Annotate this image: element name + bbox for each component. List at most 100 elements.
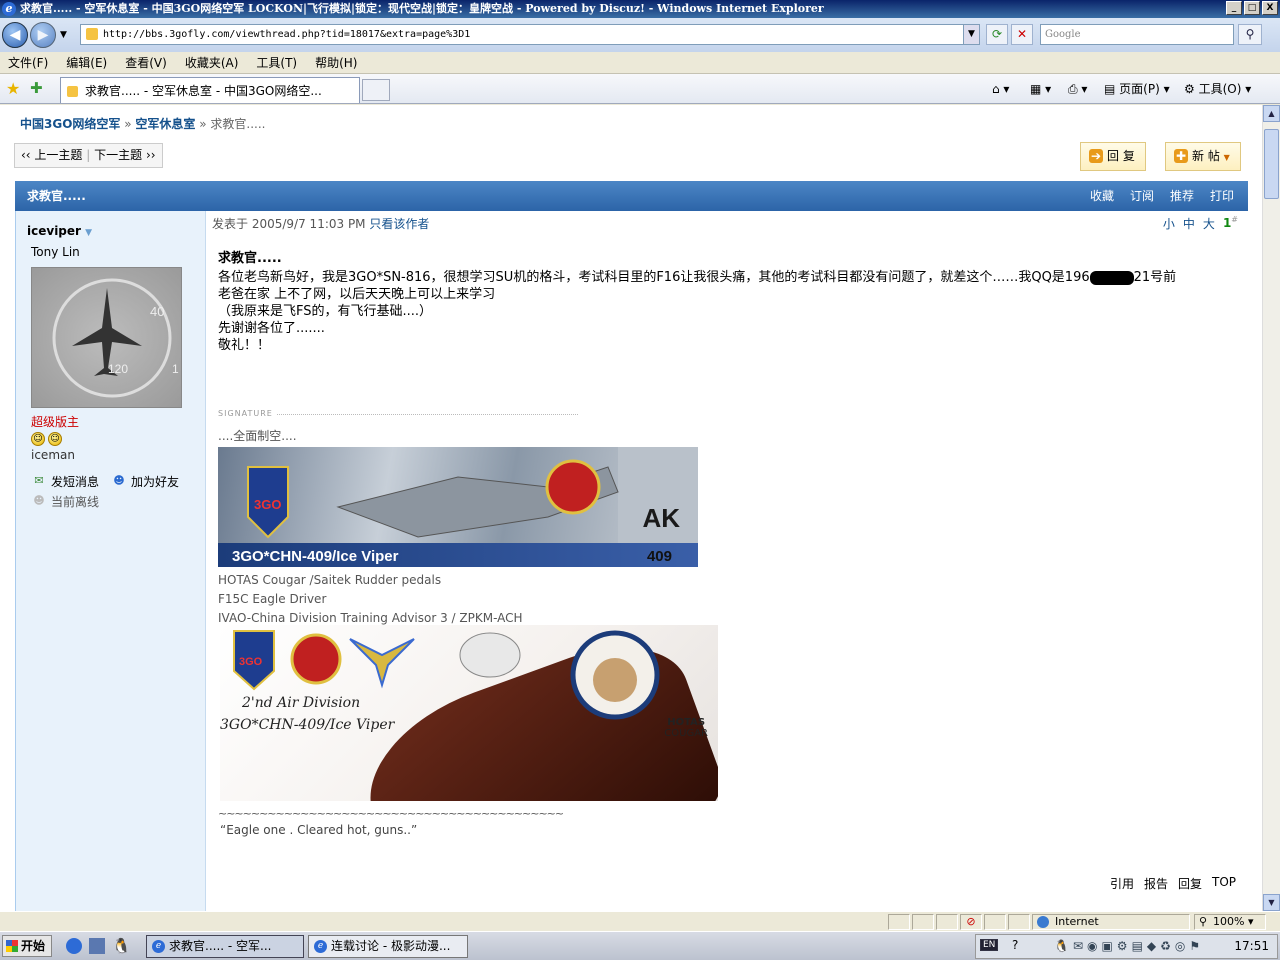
menu-view[interactable]: 查看(V)	[125, 54, 167, 71]
next-thread-link[interactable]: 下一主题	[94, 148, 142, 162]
minimize-button[interactable]: _	[1226, 1, 1242, 15]
desktop-quicklaunch-icon[interactable]	[89, 938, 105, 954]
page-content: 中国3GO网络空军 » 空军休息室 » 求教官..... ‹‹ 上一主题 | 下…	[0, 105, 1262, 911]
add-friend-link[interactable]: 加为好友	[131, 473, 179, 490]
font-small-link[interactable]: 小	[1163, 215, 1175, 232]
signature-line: IVAO-China Division Training Advisor 3 /…	[218, 611, 523, 625]
back-button[interactable]: ◀	[2, 22, 28, 48]
post: iceviper ▼ Tony Lin 40 120 1 超级版主 ☺ ☺ ic…	[15, 211, 1248, 911]
svg-text:3GO: 3GO	[239, 656, 263, 668]
only-author-link[interactable]: 只看该作者	[369, 217, 429, 231]
print-link[interactable]: 打印	[1210, 181, 1234, 211]
message-icon: ✉	[34, 474, 44, 487]
protected-mode-icon: ⊘	[960, 914, 982, 930]
taskbar-item-other[interactable]: e 连载讨论 - 极影动漫...	[308, 935, 468, 958]
tab-row: ★ ✚ 求教官..... - 空军休息室 - 中国3GO网络空... ⌂ ▾ ▦…	[0, 74, 1280, 104]
stop-button[interactable]: ✕	[1011, 24, 1033, 45]
globe-icon	[1037, 916, 1049, 928]
author-username[interactable]: iceviper ▼	[27, 224, 92, 238]
subscribe-link[interactable]: 订阅	[1130, 181, 1154, 211]
send-message-link[interactable]: 发短消息	[51, 473, 99, 490]
new-tab-button[interactable]	[362, 79, 390, 101]
reply-link[interactable]: 回复	[1178, 875, 1202, 892]
prev-thread-link[interactable]: 上一主题	[34, 148, 82, 162]
scroll-up-icon[interactable]: ▲	[1263, 105, 1280, 122]
svg-text:120: 120	[108, 362, 128, 376]
author-panel: iceviper ▼ Tony Lin 40 120 1 超级版主 ☺ ☺ ic…	[16, 211, 206, 911]
quote-link[interactable]: 引用	[1110, 875, 1134, 892]
post-meta: 发表于 2005/9/7 11:03 PM 只看该作者	[212, 217, 430, 231]
report-link[interactable]: 报告	[1144, 875, 1168, 892]
scroll-thumb[interactable]	[1264, 129, 1279, 199]
signature-banner-image: 3GO 2'nd Air Division 3GO*CHN-409/Ice Vi…	[220, 625, 718, 801]
signature-banner-image: 3GO AK 3GO*CHN-409/Ice Viper 409	[218, 447, 698, 567]
thread-title: 求教官.....	[27, 189, 86, 203]
smiley-icon: ☺	[48, 432, 62, 446]
signature-line: F15C Eagle Driver	[218, 592, 327, 606]
address-toolbar: ◀ ▶ ▼ http://bbs.3gofly.com/viewthread.p…	[0, 18, 1280, 52]
zoom-icon: ⚲	[1199, 915, 1208, 928]
menu-file[interactable]: 文件(F)	[8, 54, 48, 71]
language-indicator[interactable]: EN	[980, 939, 999, 951]
vertical-scrollbar[interactable]: ▲ ▼	[1262, 105, 1280, 911]
add-favorite-icon[interactable]: ✚	[30, 79, 43, 97]
forward-button[interactable]: ▶	[30, 22, 56, 48]
font-medium-link[interactable]: 中	[1183, 215, 1195, 232]
start-button[interactable]: 开始	[2, 935, 52, 957]
add-friend-icon: ☻	[113, 474, 125, 487]
feeds-icon[interactable]: ▦ ▾	[1030, 80, 1051, 98]
post-content: 发表于 2005/9/7 11:03 PM 只看该作者 小 中 大 1# 求教官…	[206, 211, 1248, 911]
search-icon[interactable]: ⚲	[1238, 24, 1262, 45]
menu-help[interactable]: 帮助(H)	[315, 54, 357, 71]
redaction-mark	[1089, 270, 1134, 285]
menu-edit[interactable]: 编辑(E)	[66, 54, 107, 71]
system-tray: EN ? 🐧✉◉▣⚙▤◆♻◎⚑ 17:51	[975, 934, 1278, 959]
new-post-button[interactable]: ✚ 新 帖 ▼	[1165, 142, 1241, 171]
close-button[interactable]: X	[1262, 1, 1278, 15]
offline-icon: ☻	[33, 494, 45, 507]
post-title: 求教官.....	[218, 251, 282, 266]
menu-tools[interactable]: 工具(T)	[256, 54, 297, 71]
menu-favorites[interactable]: 收藏夹(A)	[185, 54, 239, 71]
window-titlebar: e 求教官..... - 空军休息室 - 中国3GO网络空军 LOCKON|飞行…	[0, 0, 1280, 18]
avatar: 40 120 1	[31, 267, 182, 408]
page-menu[interactable]: ▤ 页面(P) ▾	[1104, 80, 1170, 98]
author-status: 当前离线	[51, 494, 100, 509]
post-actions: 引用 报告 回复 TOP	[1110, 875, 1236, 892]
home-icon[interactable]: ⌂ ▾	[992, 80, 1009, 98]
zoom-control[interactable]: ⚲ 100% ▾	[1194, 914, 1266, 930]
print-icon[interactable]: ⎙ ▾	[1068, 80, 1087, 98]
favorites-star-icon[interactable]: ★	[6, 79, 20, 98]
page-icon	[86, 28, 98, 40]
qq-quicklaunch-icon[interactable]: 🐧	[112, 937, 131, 955]
breadcrumb-site[interactable]: 中国3GO网络空军	[20, 117, 120, 131]
top-link[interactable]: TOP	[1212, 875, 1236, 892]
maximize-button[interactable]: □	[1244, 1, 1260, 15]
reply-button[interactable]: ➔ 回 复	[1080, 142, 1146, 171]
signature-quote: “Eagle one . Cleared hot, guns..”	[220, 823, 418, 837]
history-dropdown-icon[interactable]: ▼	[60, 30, 67, 40]
address-url: http://bbs.3gofly.com/viewthread.php?tid…	[103, 29, 471, 40]
address-dropdown-icon[interactable]: ▼	[963, 25, 979, 44]
taskbar-item-current[interactable]: e 求教官..... - 空军...	[146, 935, 304, 958]
ie-quicklaunch-icon[interactable]	[66, 938, 82, 954]
refresh-button[interactable]: ⟳	[986, 24, 1008, 45]
tools-menu[interactable]: ⚙ 工具(O) ▾	[1184, 80, 1251, 98]
tray-icons[interactable]: 🐧✉◉▣⚙▤◆♻◎⚑	[1054, 939, 1204, 953]
signature-label: SIGNATURE	[218, 409, 277, 418]
address-bar[interactable]: http://bbs.3gofly.com/viewthread.php?tid…	[80, 24, 980, 45]
scroll-down-icon[interactable]: ▼	[1263, 894, 1280, 911]
window-title: 求教官..... - 空军休息室 - 中国3GO网络空军 LOCKON|飞行模拟…	[20, 2, 824, 15]
search-input[interactable]: Google	[1040, 24, 1234, 45]
signature-separator: ~~~~~~~~~~~~~~~~~~~~~~~~~~~~~~~~~~~~~~~~…	[218, 807, 564, 820]
recommend-link[interactable]: 推荐	[1170, 181, 1194, 211]
author-real-name: Tony Lin	[31, 245, 80, 259]
tab-active[interactable]: 求教官..... - 空军休息室 - 中国3GO网络空...	[60, 77, 360, 103]
signature-line: HOTAS Cougar /Saitek Rudder pedals	[218, 573, 442, 587]
font-large-link[interactable]: 大	[1203, 215, 1215, 232]
help-icon[interactable]: ?	[1012, 938, 1018, 952]
floor-number[interactable]: 1#	[1223, 215, 1238, 232]
favorite-link[interactable]: 收藏	[1090, 181, 1114, 211]
breadcrumb-forum[interactable]: 空军休息室	[135, 117, 195, 131]
chevron-down-icon: ▼	[85, 228, 93, 238]
